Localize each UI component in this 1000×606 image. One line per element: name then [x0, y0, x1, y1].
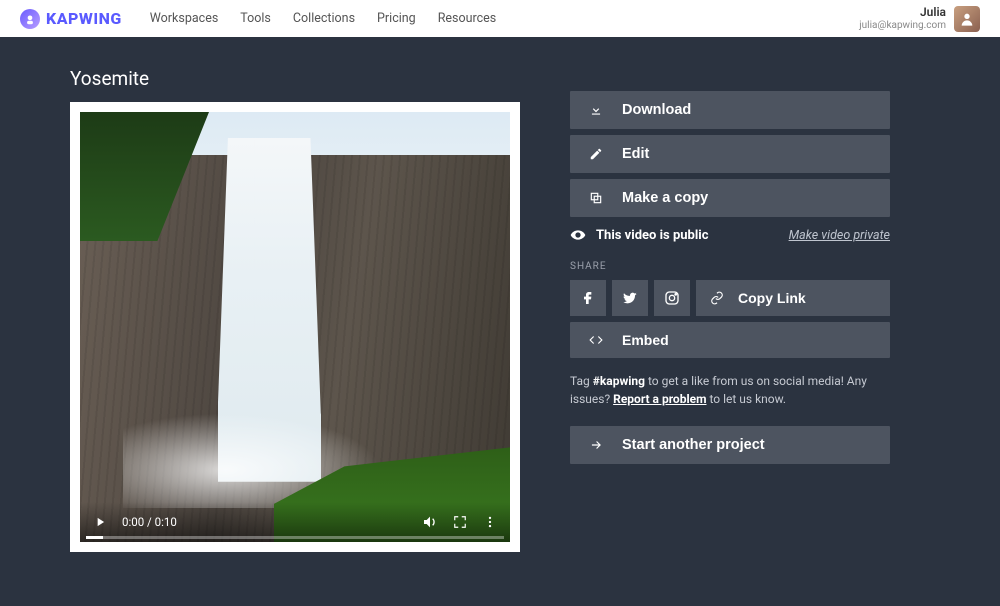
user-menu[interactable]: Julia julia@kapwing.com — [859, 6, 980, 32]
right-panel: Download Edit Make a copy This video is … — [570, 67, 890, 552]
embed-button[interactable]: Embed — [570, 322, 890, 358]
copy-link-label: Copy Link — [738, 290, 806, 306]
volume-icon[interactable] — [422, 514, 438, 530]
video-time: 0:00 / 0:10 — [122, 515, 177, 529]
nav-workspaces[interactable]: Workspaces — [150, 11, 219, 26]
instagram-button[interactable] — [654, 280, 690, 316]
video-controls: 0:00 / 0:10 — [80, 502, 510, 542]
facebook-button[interactable] — [570, 280, 606, 316]
video-player[interactable]: 0:00 / 0:10 — [80, 112, 510, 542]
video-thumbnail — [80, 112, 510, 542]
tagline-prefix: Tag — [570, 374, 593, 388]
more-icon[interactable] — [482, 514, 498, 530]
left-column: Yosemite 0:00 / 0:10 — [70, 67, 520, 552]
eye-icon — [570, 227, 586, 243]
project-title: Yosemite — [70, 67, 520, 90]
play-icon[interactable] — [92, 514, 108, 530]
arrow-right-icon — [588, 438, 604, 452]
nav-resources[interactable]: Resources — [438, 11, 497, 26]
edit-label: Edit — [622, 146, 649, 162]
nav-tools[interactable]: Tools — [240, 11, 271, 26]
edit-button[interactable]: Edit — [570, 135, 890, 173]
download-button[interactable]: Download — [570, 91, 890, 129]
visibility-row: This video is public Make video private — [570, 227, 890, 243]
user-avatar — [954, 6, 980, 32]
copy-link-button[interactable]: Copy Link — [696, 280, 890, 316]
video-frame: 0:00 / 0:10 — [70, 102, 520, 552]
copy-icon — [588, 191, 604, 205]
download-icon — [588, 103, 604, 117]
embed-icon — [588, 333, 604, 347]
tagline-suffix: to let us know. — [707, 392, 787, 406]
report-problem-link[interactable]: Report a problem — [613, 392, 706, 406]
main-content: Yosemite 0:00 / 0:10 — [0, 37, 1000, 552]
fullscreen-icon[interactable] — [452, 514, 468, 530]
facebook-icon — [580, 290, 596, 306]
kapwing-logo-icon — [20, 9, 40, 29]
start-another-button[interactable]: Start another project — [570, 426, 890, 464]
user-email: julia@kapwing.com — [859, 20, 946, 31]
make-copy-button[interactable]: Make a copy — [570, 179, 890, 217]
nav-pricing[interactable]: Pricing — [377, 11, 416, 26]
twitter-icon — [622, 290, 638, 306]
embed-label: Embed — [622, 332, 669, 348]
share-row: Copy Link — [570, 280, 890, 316]
download-label: Download — [622, 102, 691, 118]
brand-name: KAPWING — [46, 9, 122, 28]
twitter-button[interactable] — [612, 280, 648, 316]
start-another-label: Start another project — [622, 437, 765, 453]
make-copy-label: Make a copy — [622, 190, 708, 206]
link-icon — [710, 291, 724, 305]
brand-logo[interactable]: KAPWING — [20, 9, 122, 29]
tagline: Tag #kapwing to get a like from us on so… — [570, 372, 890, 408]
edit-icon — [588, 147, 604, 161]
top-header: KAPWING Workspaces Tools Collections Pri… — [0, 0, 1000, 37]
visibility-text: This video is public — [596, 228, 709, 243]
instagram-icon — [664, 290, 680, 306]
nav-collections[interactable]: Collections — [293, 11, 355, 26]
main-nav: Workspaces Tools Collections Pricing Res… — [150, 11, 496, 26]
share-label: SHARE — [570, 261, 890, 272]
user-name: Julia — [859, 6, 946, 19]
make-private-link[interactable]: Make video private — [789, 228, 890, 243]
tagline-hashtag: #kapwing — [593, 374, 645, 388]
progress-bar[interactable] — [86, 536, 504, 539]
user-info: Julia julia@kapwing.com — [859, 6, 946, 30]
